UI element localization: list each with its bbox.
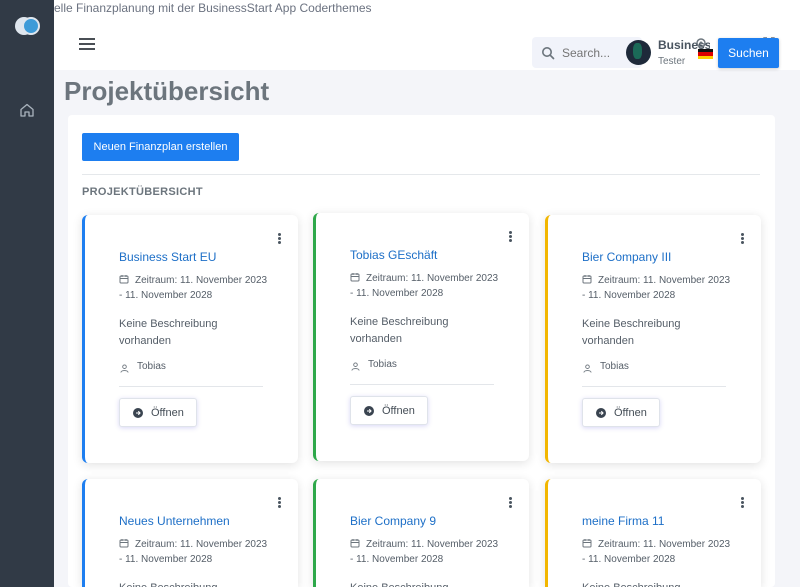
menu-icon[interactable] — [79, 38, 95, 50]
avatar[interactable] — [626, 40, 651, 65]
more-options-icon[interactable] — [741, 497, 745, 509]
sidebar — [0, 0, 54, 587]
open-project-button[interactable]: Öffnen — [350, 396, 428, 425]
arrow-right-circle-icon — [364, 406, 374, 416]
project-period: Zeitraum: 11. November 2023 - 11. Novemb… — [582, 539, 731, 565]
more-options-icon[interactable] — [278, 233, 282, 245]
project-period: Zeitraum: 11. November 2023 - 11. Novemb… — [119, 539, 268, 565]
section-label: PROJEKTÜBERSICHT — [82, 186, 203, 198]
project-name-link[interactable]: Bier Company III — [582, 250, 671, 264]
user-icon — [583, 364, 592, 373]
open-project-button[interactable]: Öffnen — [119, 398, 197, 427]
project-description: Keine Beschreibung — [350, 580, 480, 587]
project-period: Zeitraum: 11. November 2023 - 11. Novemb… — [350, 273, 499, 299]
project-card: Bier Company 9 Zeitraum: 11. November 20… — [313, 479, 529, 587]
project-name-link[interactable]: Business Start EU — [119, 250, 216, 264]
project-period: Zeitraum: 11. November 2023 - 11. Novemb… — [350, 539, 499, 565]
settings-icon[interactable] — [694, 36, 708, 50]
project-description: Keine Beschreibung — [582, 580, 712, 587]
project-owner: Tobias — [368, 359, 397, 370]
project-description: Keine Beschreibung vorhanden — [350, 316, 449, 345]
project-card: Neues Unternehmen Zeitraum: 11. November… — [82, 479, 298, 587]
window-title: elle Finanzplanung mit der BusinessStart… — [54, 0, 800, 16]
project-name-link[interactable]: Tobias GEschäft — [350, 248, 437, 262]
more-options-icon[interactable] — [509, 231, 513, 243]
user-role: Tester — [658, 56, 686, 67]
divider — [82, 174, 760, 175]
open-button-label: Öffnen — [382, 405, 415, 417]
project-description: Keine Beschreibung vorhanden — [119, 318, 218, 347]
open-button-label: Öffnen — [614, 407, 647, 419]
card-divider — [119, 386, 263, 387]
open-project-button[interactable]: Öffnen — [582, 398, 660, 427]
user-icon — [351, 362, 360, 371]
user-icon — [120, 364, 129, 373]
app-logo[interactable] — [15, 17, 40, 37]
project-owner: Tobias — [137, 361, 166, 372]
language-flag-icon[interactable] — [698, 49, 713, 59]
card-divider — [582, 386, 726, 387]
home-icon[interactable] — [19, 102, 35, 118]
project-owner: Tobias — [600, 361, 629, 372]
project-description: Keine Beschreibung — [119, 580, 249, 587]
project-period: Zeitraum: 11. November 2023 - 11. Novemb… — [582, 275, 731, 301]
arrow-right-circle-icon — [133, 408, 143, 418]
project-card: Bier Company III Zeitraum: 11. November … — [545, 215, 761, 463]
project-card: Business Start EU Zeitraum: 11. November… — [82, 215, 298, 463]
project-description: Keine Beschreibung vorhanden — [582, 318, 681, 347]
topbar: BusinessSt Tester Suchen — [54, 16, 800, 70]
page-title: Projektübersicht — [64, 76, 270, 106]
arrow-right-circle-icon — [596, 408, 606, 418]
search-button[interactable]: Suchen — [718, 38, 779, 68]
card-divider — [350, 384, 494, 385]
project-name-link[interactable]: meine Firma 11 — [582, 514, 664, 528]
more-options-icon[interactable] — [509, 497, 513, 509]
new-financial-plan-button[interactable]: Neuen Finanzplan erstellen — [82, 133, 239, 161]
project-period: Zeitraum: 11. November 2023 - 11. Novemb… — [119, 275, 268, 301]
project-card: meine Firma 11 Zeitraum: 11. November 20… — [545, 479, 761, 587]
project-card: Tobias GEschäft Zeitraum: 11. November 2… — [313, 213, 529, 461]
open-button-label: Öffnen — [151, 407, 184, 419]
project-name-link[interactable]: Neues Unternehmen — [119, 514, 230, 528]
search-icon — [542, 47, 555, 60]
more-options-icon[interactable] — [278, 497, 282, 509]
more-options-icon[interactable] — [741, 233, 745, 245]
project-name-link[interactable]: Bier Company 9 — [350, 514, 436, 528]
